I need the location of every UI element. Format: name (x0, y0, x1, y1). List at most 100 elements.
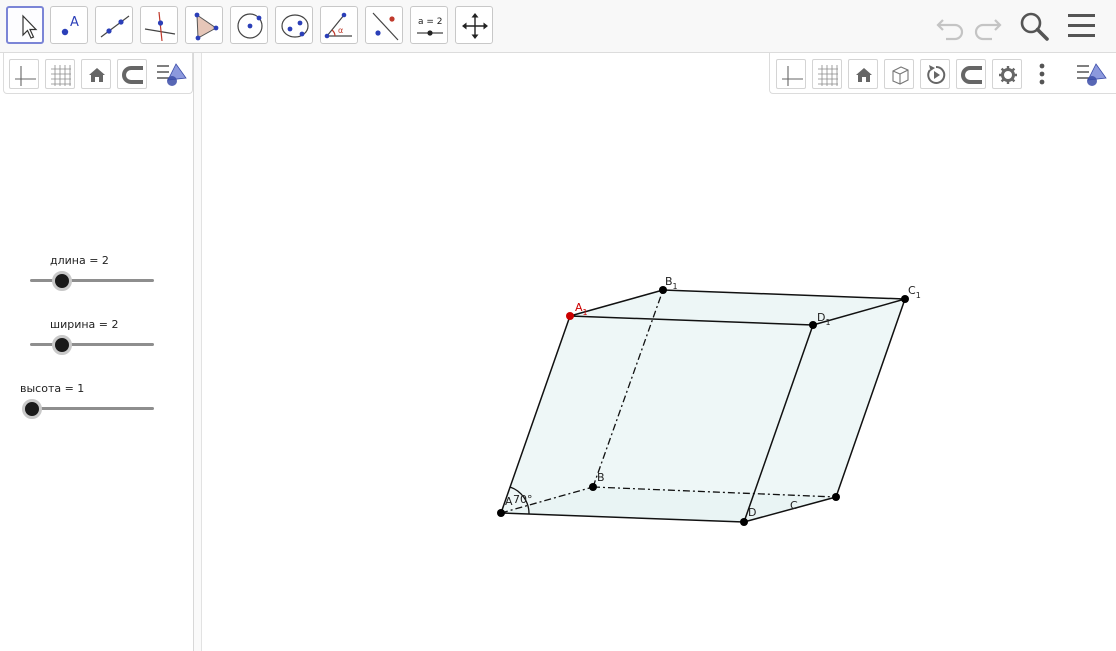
standard-view-3d-button[interactable] (848, 59, 878, 89)
style-bar-toggle-icon[interactable] (156, 61, 190, 89)
more-options-icon[interactable] (1036, 61, 1048, 89)
settings-button[interactable] (992, 59, 1022, 89)
style-bar-toggle-icon[interactable] (1076, 61, 1110, 89)
edge-c1-d1 (812, 298, 906, 326)
home-icon (89, 68, 105, 82)
ellipse-tool-button[interactable] (275, 6, 313, 44)
point-capturing-button[interactable] (117, 59, 147, 89)
move-arrows-icon (462, 13, 488, 39)
main-toolbar: A α a = 2 (0, 0, 1116, 53)
angle-marker: A 70° (505, 486, 533, 515)
label-b: B (597, 471, 605, 484)
face-right (744, 299, 905, 522)
grid-icon (51, 65, 71, 86)
line-icon (100, 15, 130, 38)
axes-icon (15, 66, 36, 86)
edge-d-d1 (743, 324, 814, 523)
svg-text:A: A (70, 15, 79, 30)
magnet-icon (122, 66, 143, 84)
edge-d1-a1 (569, 315, 814, 326)
vertex-c1 (901, 295, 909, 303)
search-icon[interactable] (1016, 8, 1052, 44)
edge-d-c (743, 496, 837, 523)
graphics-style-bar (769, 53, 1116, 94)
menu-icon[interactable] (1065, 8, 1101, 44)
home-icon (856, 68, 872, 82)
perpendicular-line-tool-button[interactable] (140, 6, 178, 44)
angle-label-vertex: A (505, 495, 513, 508)
slider-icon: a = 2 (417, 17, 443, 36)
label-d: D (748, 506, 756, 519)
move-graphics-view-tool-button[interactable] (455, 6, 493, 44)
label-a1: A1 (575, 301, 588, 317)
panel-divider[interactable] (194, 53, 202, 651)
undo-icon[interactable] (934, 8, 968, 44)
standard-view-button[interactable] (81, 59, 111, 89)
vertex-a (497, 509, 505, 517)
label-b1: B1 (665, 275, 678, 291)
point-capturing-3d-button[interactable] (956, 59, 986, 89)
perpendicular-line-icon (144, 11, 176, 42)
polygon-tool-button[interactable] (185, 6, 223, 44)
vertex-d1 (809, 321, 817, 329)
circle-icon (237, 13, 263, 39)
hidden-edges (500, 289, 837, 514)
slider-length-track[interactable] (30, 279, 154, 282)
vertex-b (589, 483, 597, 491)
magnet-icon (961, 66, 982, 84)
slider-width-track[interactable] (30, 343, 154, 346)
slider-height-label: высота = 1 (20, 382, 85, 395)
vertex-b1 (659, 286, 667, 294)
point-tool-button[interactable]: A (50, 6, 88, 44)
show-grid-button[interactable] (45, 59, 75, 89)
slider-height-track[interactable] (24, 407, 154, 410)
svg-text:a = 2: a = 2 (418, 17, 443, 27)
show-axes-button[interactable] (9, 59, 39, 89)
label-c: C (790, 499, 798, 512)
cube-icon (892, 66, 909, 85)
edge-b-c-hidden (592, 486, 837, 498)
slider-tool-button[interactable]: a = 2 (410, 6, 448, 44)
edge-a-d (500, 512, 745, 523)
move-tool-button[interactable] (6, 6, 44, 44)
rotate-view-button[interactable] (920, 59, 950, 89)
label-c1: C1 (908, 284, 921, 300)
angle-icon: α (324, 12, 352, 39)
angle-tool-button[interactable]: α (320, 6, 358, 44)
vertex-a1 (566, 312, 574, 320)
face-bottom (501, 487, 836, 522)
slider-length-label: длина = 2 (50, 254, 109, 267)
angle-value-label: 70° (513, 493, 533, 506)
reflect-tool-button[interactable] (365, 6, 403, 44)
rotate-icon (927, 65, 946, 84)
edge-a-b-hidden (500, 486, 594, 514)
circle-tool-button[interactable] (230, 6, 268, 44)
algebra-style-bar (3, 53, 193, 94)
label-d1: D1 (817, 311, 831, 327)
slider-width-knob[interactable] (52, 335, 72, 355)
line-tool-button[interactable] (95, 6, 133, 44)
ellipse-icon (281, 14, 309, 38)
grid-icon (818, 65, 838, 86)
face-top (570, 290, 905, 325)
slider-length-knob[interactable] (52, 271, 72, 291)
vertex-d (740, 518, 748, 526)
show-grid-3d-button[interactable] (812, 59, 842, 89)
algebra-panel: длина = 2 ширина = 2 высота = 1 (0, 53, 194, 651)
redo-icon[interactable] (970, 8, 1004, 44)
edge-b1-c1 (662, 289, 906, 300)
reflect-line-icon (372, 12, 399, 41)
slider-height-knob[interactable] (22, 399, 42, 419)
point-icon: A (61, 15, 79, 36)
vertex-labels: A1 B1 C1 D1 B C D (575, 275, 921, 519)
slider-width-label: ширина = 2 (50, 318, 119, 331)
edge-a-a1 (500, 315, 571, 514)
polygon-icon (194, 12, 219, 41)
edge-b-b1-hidden (592, 289, 664, 488)
prism-edges (500, 289, 906, 523)
show-axes-3d-button[interactable] (776, 59, 806, 89)
view-in-front-of-button[interactable] (884, 59, 914, 89)
svg-text:α: α (338, 26, 343, 35)
edge-c-c1 (835, 298, 906, 498)
gear-icon (999, 66, 1017, 84)
